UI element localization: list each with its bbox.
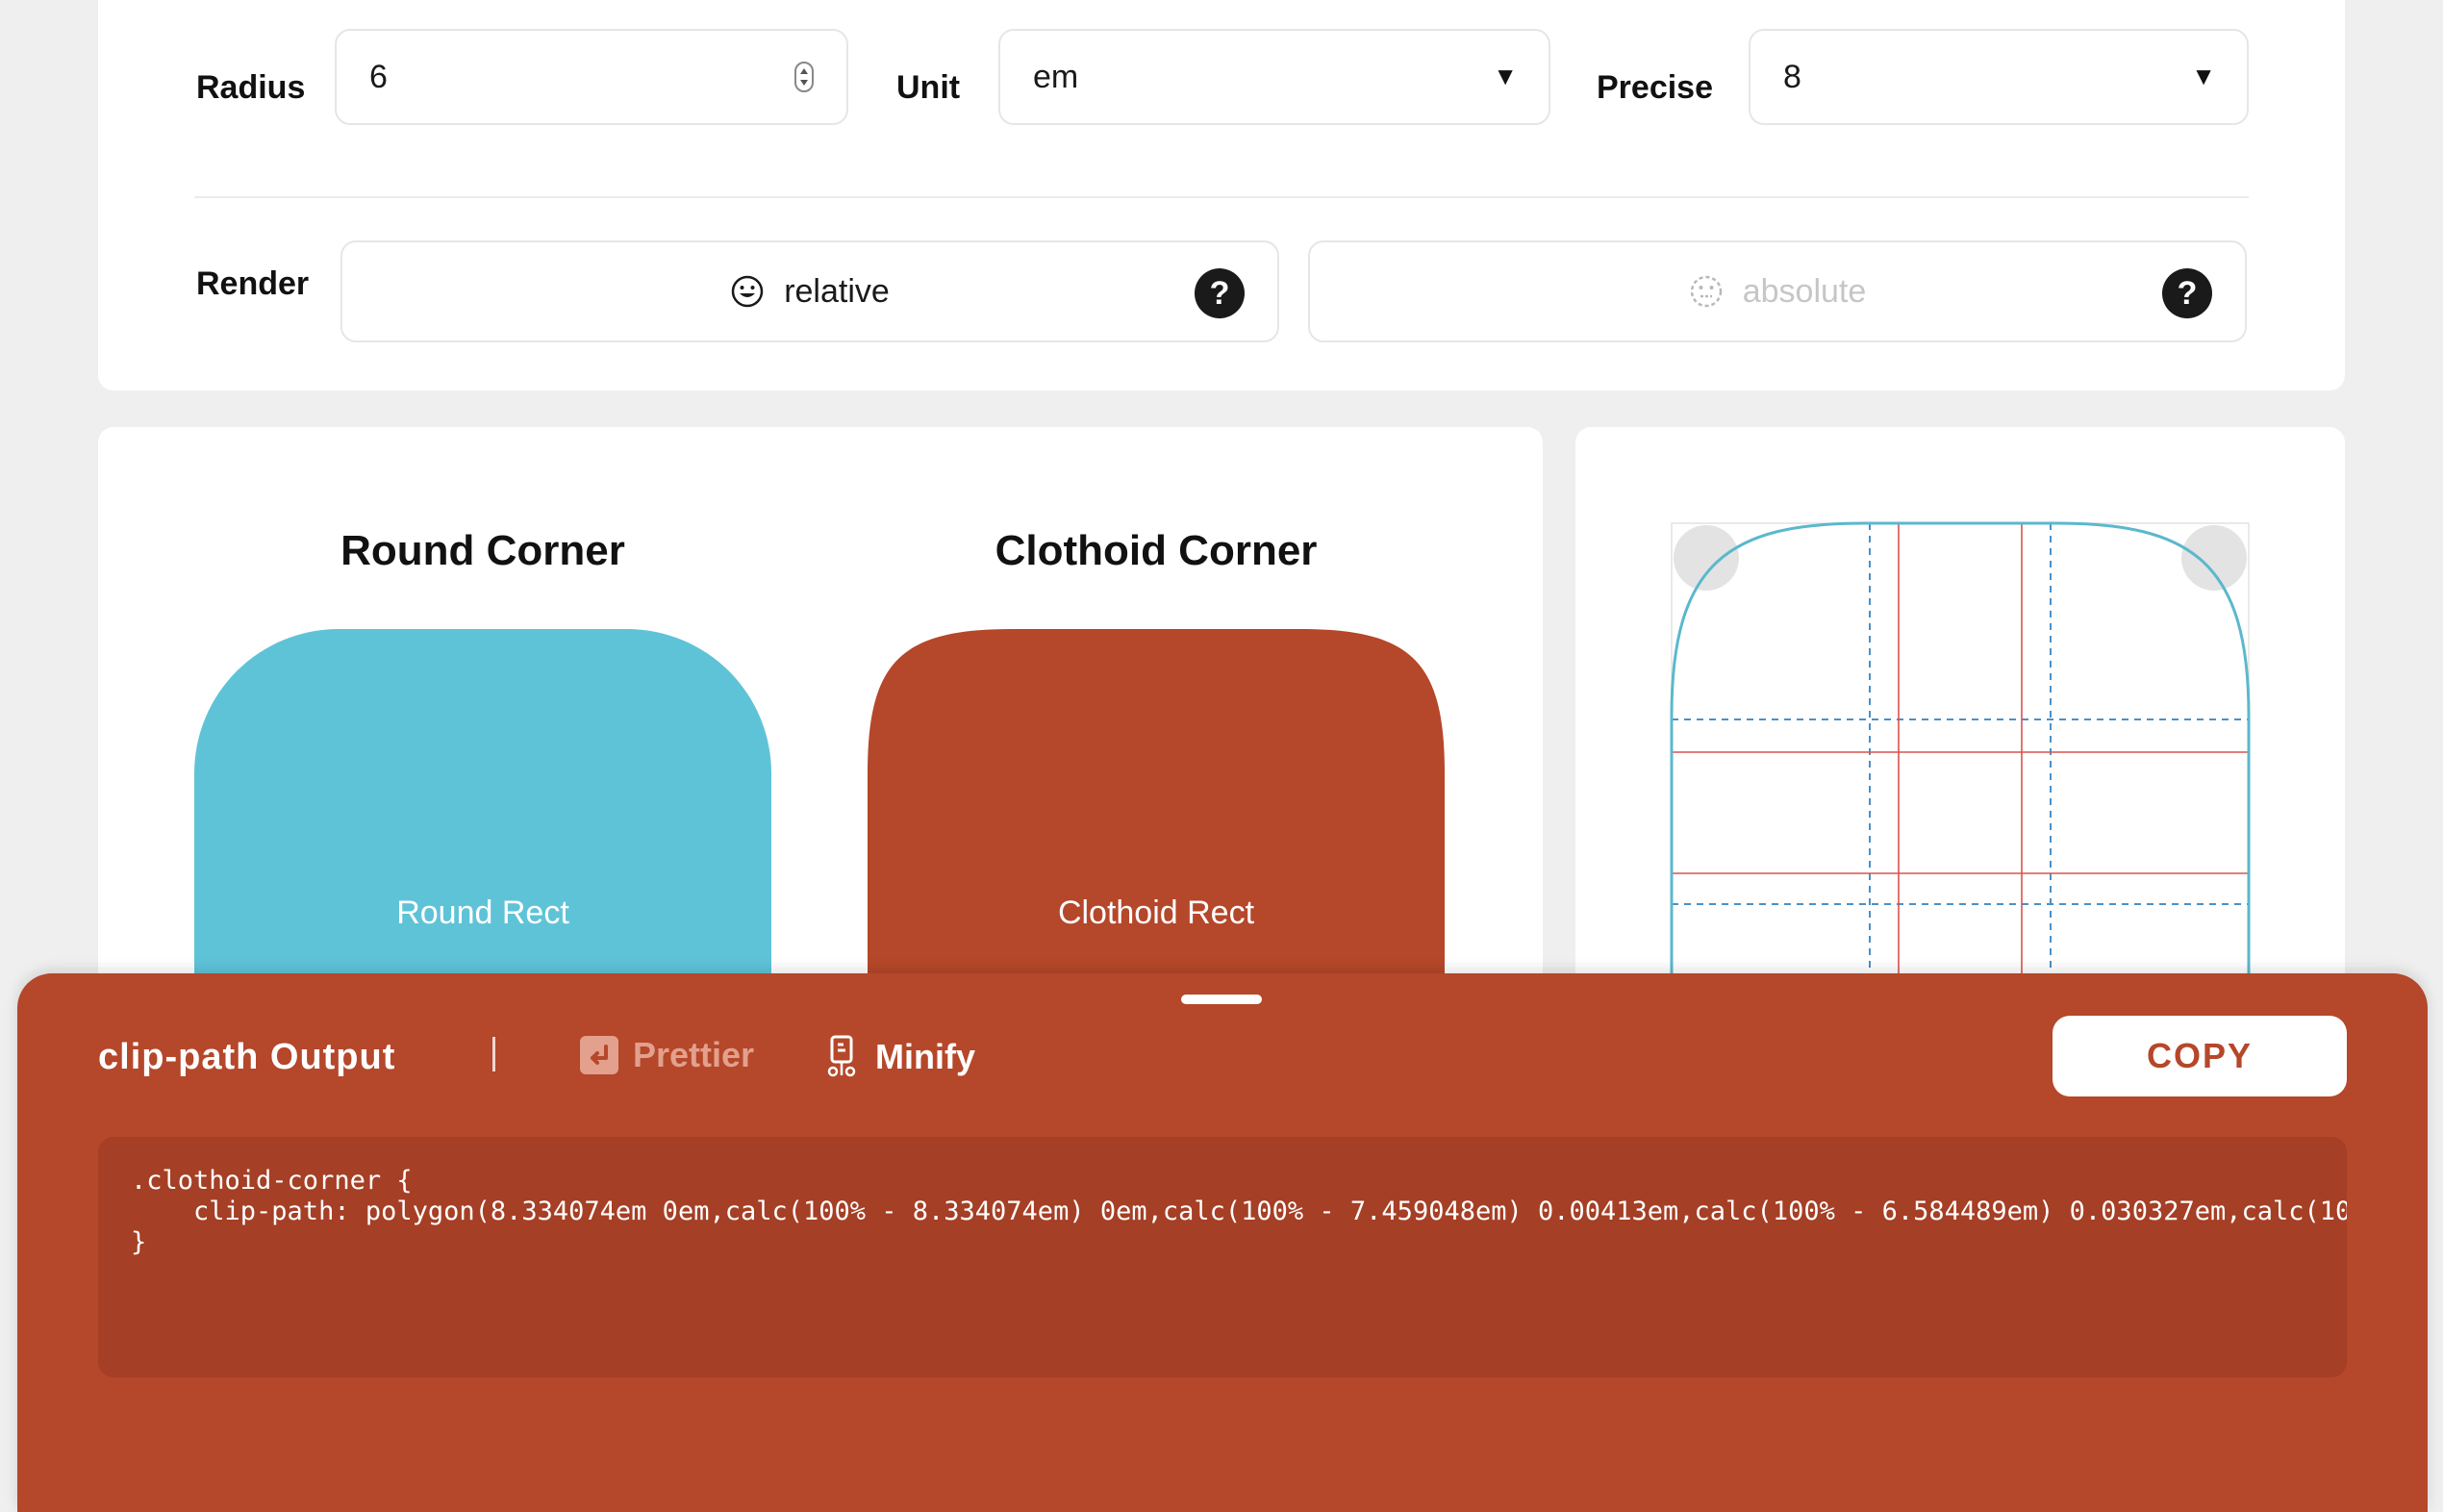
render-absolute-label: absolute — [1742, 272, 1867, 310]
prettier-label: Prettier — [633, 1035, 755, 1074]
render-relative-button[interactable]: relative ? — [340, 240, 1279, 342]
clothoid-rect-label: Clothoid Rect — [1057, 895, 1255, 931]
chevron-down-icon: ▼ — [1493, 62, 1518, 90]
prettier-icon — [580, 1036, 618, 1074]
render-absolute-button[interactable]: absolute ? — [1308, 240, 2247, 342]
help-icon[interactable]: ? — [2162, 268, 2212, 318]
unit-label: Unit — [896, 69, 961, 106]
minify-label: Minify — [875, 1037, 975, 1076]
settings-card: Radius 6 Unit em ▼ Precise 8 ▼ Render re… — [98, 0, 2345, 391]
output-panel: clip-path Output Prettier Minify COPY .c… — [17, 973, 2428, 1512]
precise-label: Precise — [1597, 69, 1713, 106]
clothoid-corner-title: Clothoid Corner — [995, 527, 1318, 574]
smile-icon — [731, 275, 764, 308]
panel-drag-handle[interactable] — [1181, 995, 1262, 1004]
round-corner-title: Round Corner — [340, 527, 625, 574]
unit-select[interactable]: em ▼ — [998, 29, 1550, 125]
copy-button[interactable]: COPY — [2053, 1016, 2347, 1096]
compress-icon — [827, 1035, 856, 1077]
spinner-icon[interactable] — [794, 62, 814, 92]
code-output[interactable]: .clothoid-corner { clip-path: polygon(8.… — [98, 1137, 2347, 1377]
divider — [194, 196, 2249, 198]
code-text: .clothoid-corner { clip-path: polygon(8.… — [131, 1166, 2347, 1257]
radius-value: 6 — [369, 58, 388, 95]
render-label: Render — [196, 265, 310, 302]
minify-button[interactable]: Minify — [823, 1035, 975, 1079]
drag-handle-left[interactable] — [1674, 525, 1739, 591]
toolbar-separator — [492, 1037, 495, 1071]
help-icon[interactable]: ? — [1195, 268, 1245, 318]
prettier-button[interactable]: Prettier — [579, 1035, 754, 1075]
radius-input[interactable]: 6 — [335, 29, 848, 125]
precise-select[interactable]: 8 ▼ — [1749, 29, 2249, 125]
output-title: clip-path Output — [98, 1037, 396, 1077]
drag-handle-right[interactable] — [2181, 525, 2247, 591]
radius-label: Radius — [196, 69, 306, 106]
neutral-face-icon — [1690, 275, 1722, 308]
unit-value: em — [1033, 58, 1079, 95]
round-rect-label: Round Rect — [396, 895, 569, 931]
chevron-down-icon: ▼ — [2191, 62, 2216, 90]
render-relative-label: relative — [784, 272, 890, 310]
precise-value: 8 — [1783, 58, 1801, 95]
